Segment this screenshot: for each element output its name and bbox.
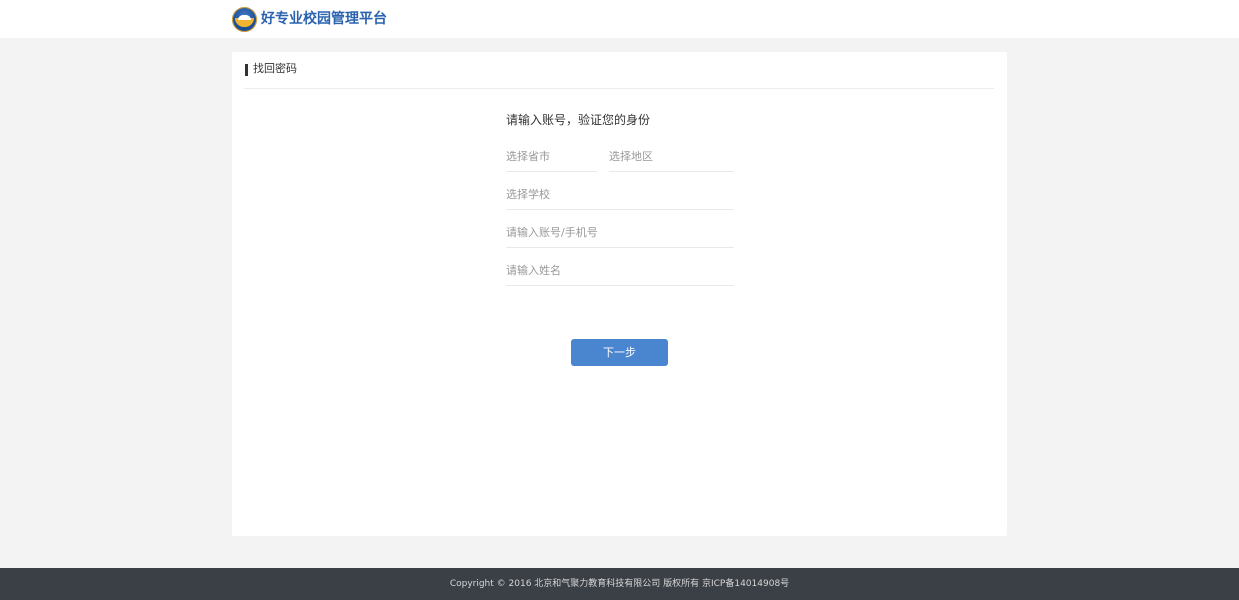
name-input[interactable] xyxy=(506,256,734,284)
brand[interactable]: 好专业校园管理平台 xyxy=(232,6,387,32)
district-select[interactable] xyxy=(609,142,734,172)
footer-copyright: Copyright © 2016 北京和气聚力教育科技有限公司 版权所有 京IC… xyxy=(449,579,790,589)
school-select[interactable] xyxy=(506,180,734,210)
retrieve-password-card: 找回密码 请输入账号，验证您的身份 下一步 xyxy=(232,52,1007,536)
district-input[interactable] xyxy=(609,142,734,170)
school-input[interactable] xyxy=(506,180,734,208)
school-emblem-logo-icon xyxy=(232,6,257,32)
account-field[interactable] xyxy=(506,218,734,248)
account-input[interactable] xyxy=(506,218,734,246)
name-field[interactable] xyxy=(506,256,734,286)
province-input[interactable] xyxy=(506,142,597,170)
footer: Copyright © 2016 北京和气聚力教育科技有限公司 版权所有 京IC… xyxy=(0,568,1239,600)
form-heading: 请输入账号，验证您的身份 xyxy=(506,113,651,127)
card-header: 找回密码 xyxy=(244,52,994,89)
card-title: 找回密码 xyxy=(253,62,297,75)
brand-title: 好专业校园管理平台 xyxy=(261,11,387,27)
top-header: 好专业校园管理平台 xyxy=(0,0,1239,38)
next-step-button[interactable]: 下一步 xyxy=(571,339,668,366)
title-accent-bar xyxy=(245,64,248,76)
province-select[interactable] xyxy=(506,142,597,172)
